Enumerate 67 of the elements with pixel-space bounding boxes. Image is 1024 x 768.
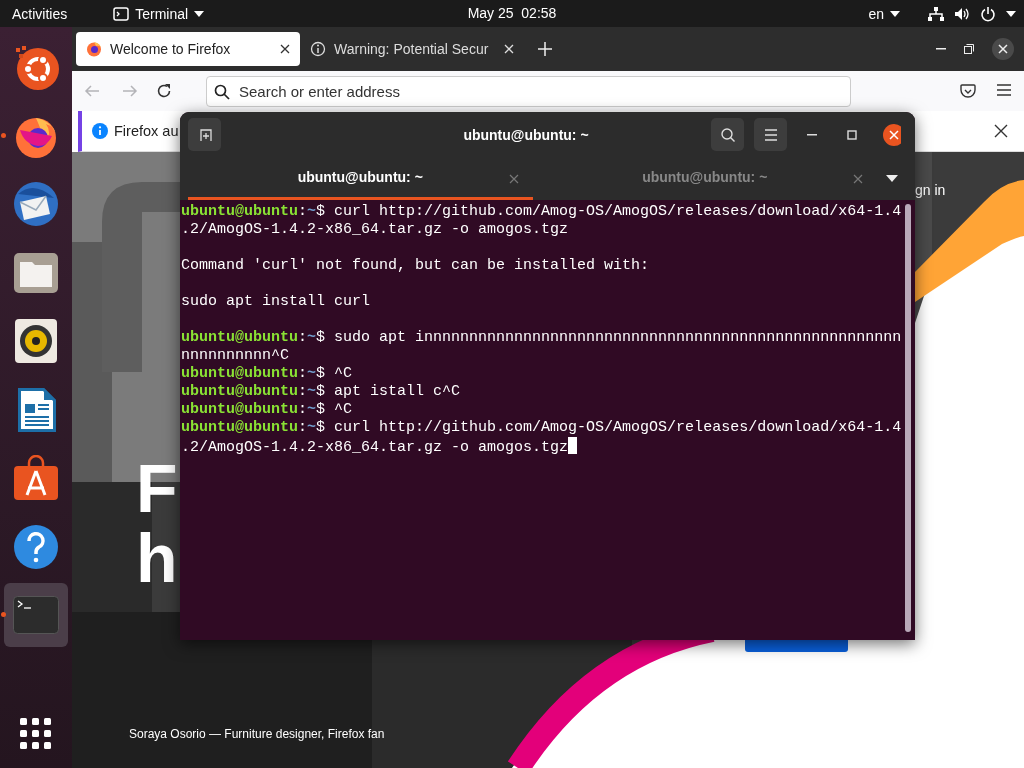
caret-icon[interactable] bbox=[1006, 10, 1016, 17]
search-icon bbox=[214, 83, 230, 100]
new-tab-icon[interactable] bbox=[538, 42, 552, 56]
info-icon bbox=[310, 41, 326, 57]
terminal-icon bbox=[13, 596, 59, 634]
terminal-line: ubuntu@ubuntu:~$ ^C bbox=[181, 365, 354, 383]
terminal-line: ubuntu@ubuntu:~$ apt istall c^C bbox=[181, 383, 462, 401]
reload-icon[interactable] bbox=[156, 83, 172, 99]
shopping-bag-icon bbox=[13, 455, 59, 501]
terminal-line: sudo apt install curl bbox=[181, 293, 372, 311]
info-icon bbox=[92, 123, 108, 139]
sign-in-link[interactable]: gn in bbox=[915, 182, 946, 198]
terminal-tab[interactable]: ubuntu@ubuntu: ~ bbox=[532, 157, 877, 200]
headline: F bbox=[136, 454, 178, 522]
app-menu[interactable]: Terminal bbox=[113, 5, 205, 22]
caret-icon bbox=[890, 10, 900, 17]
browser-tab[interactable]: Welcome to Firefox bbox=[76, 32, 300, 66]
scrollbar[interactable] bbox=[905, 204, 911, 632]
minimize-icon[interactable] bbox=[936, 48, 946, 50]
restore-icon[interactable] bbox=[964, 44, 974, 54]
browser-tab[interactable]: Warning: Potential Secur bbox=[300, 32, 524, 66]
right-arrow-icon bbox=[122, 83, 138, 99]
clock[interactable]: May 25 02:58 bbox=[467, 5, 557, 21]
terminal-icon bbox=[113, 6, 130, 21]
pocket-icon[interactable] bbox=[960, 83, 976, 99]
terminal-line: .2/AmogOS-1.4.2-x86_64.tar.gz -o amogos.tgz bbox=[181, 437, 915, 455]
maximize-icon bbox=[847, 129, 857, 140]
close-button[interactable] bbox=[992, 122, 1010, 140]
close-icon[interactable] bbox=[280, 44, 290, 54]
app-grid-icon[interactable] bbox=[20, 718, 52, 750]
volume-icon[interactable] bbox=[954, 6, 970, 21]
menu-icon[interactable] bbox=[996, 83, 1012, 97]
headline: h bbox=[136, 524, 178, 592]
new-tab-icon bbox=[197, 127, 212, 142]
terminal-line: ubuntu@ubuntu:~$ curl http://github.com/Amog-OS/AmogOS/releases/download/x64-1.4 bbox=[181, 419, 903, 437]
terminal-line: ubuntu@ubuntu:~$ sudo apt innnnnnnnnnnnnnnnnnnnnnnnnnnnnnnnnnnnnnnnnnnnnnnnnnnnn bbox=[181, 329, 903, 347]
keyboard-layout-menu[interactable]: en bbox=[868, 5, 900, 22]
menu-icon bbox=[763, 128, 778, 141]
menu-button[interactable] bbox=[754, 118, 787, 151]
activities-button[interactable]: Activities bbox=[12, 5, 68, 22]
close-icon[interactable] bbox=[992, 38, 1014, 60]
terminal-line: ubuntu@ubuntu:~$ curl http://github.com/Amog-OS/AmogOS/releases/download/x64-1.4 bbox=[181, 203, 903, 221]
terminal-line: nnnnnnnnnn^C bbox=[181, 347, 291, 365]
caret-icon bbox=[194, 10, 205, 17]
search-button[interactable] bbox=[711, 118, 744, 151]
network-icon[interactable] bbox=[928, 6, 944, 21]
address-field[interactable]: Search or enter address bbox=[206, 75, 851, 107]
terminal-line: ubuntu@ubuntu:~$ ^C bbox=[181, 401, 354, 419]
close-icon bbox=[994, 124, 1008, 138]
window-title: ubuntu@ubuntu: ~ bbox=[462, 126, 590, 143]
terminal-line: Command 'curl' not found, but can be installed with: bbox=[181, 257, 651, 275]
search-icon bbox=[719, 126, 736, 143]
folder-icon bbox=[13, 251, 59, 294]
close-icon bbox=[883, 123, 901, 146]
mail-icon bbox=[12, 180, 60, 228]
firefox-icon bbox=[86, 41, 102, 57]
terminal-line: .2/AmogOS-1.4.2-x86_64.tar.gz -o amogos.tgz bbox=[181, 221, 570, 239]
notification-text: Firefox au bbox=[114, 123, 179, 139]
power-icon[interactable] bbox=[980, 5, 996, 22]
photo-caption: Soraya Osorio — Furniture designer, Firefox fan bbox=[129, 727, 385, 741]
help-icon bbox=[13, 523, 59, 570]
terminal-tab[interactable]: ubuntu@ubuntu: ~ bbox=[188, 157, 533, 200]
caret-icon bbox=[886, 175, 898, 182]
speaker-icon bbox=[14, 318, 58, 364]
new-tab-button[interactable] bbox=[188, 118, 221, 151]
left-arrow-icon bbox=[84, 83, 100, 99]
minimize-icon bbox=[807, 133, 817, 136]
